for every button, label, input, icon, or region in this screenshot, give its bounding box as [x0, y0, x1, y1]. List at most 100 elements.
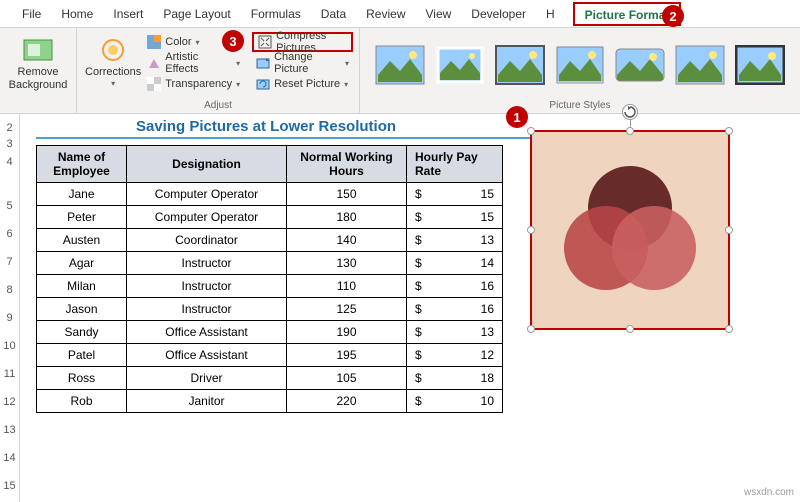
row-header[interactable]: 13: [0, 416, 19, 444]
resize-handle-nw[interactable]: [527, 127, 535, 135]
style-thumb-2[interactable]: [434, 44, 486, 86]
picture-styles-gallery[interactable]: [366, 32, 794, 98]
tab-page-layout[interactable]: Page Layout: [153, 0, 240, 28]
cell-hours[interactable]: 105: [287, 367, 407, 390]
tab-home[interactable]: Home: [51, 0, 103, 28]
cell-name[interactable]: Ross: [37, 367, 127, 390]
compress-pictures-button[interactable]: Compress Pictures: [252, 32, 353, 52]
row-header[interactable]: 2: [0, 114, 19, 130]
cell-designation[interactable]: Office Assistant: [127, 321, 287, 344]
callout-badge-1: 1: [506, 106, 528, 128]
cell-name[interactable]: Rob: [37, 390, 127, 413]
change-picture-button[interactable]: Change Picture ▾: [252, 53, 353, 73]
row-header[interactable]: 6: [0, 220, 19, 248]
row-header[interactable]: 7: [0, 248, 19, 276]
style-thumb-3[interactable]: [494, 44, 546, 86]
style-thumb-6[interactable]: [674, 44, 726, 86]
cell-rate[interactable]: $13: [407, 229, 503, 252]
header-hours[interactable]: Normal Working Hours: [287, 146, 407, 183]
tab-formulas[interactable]: Formulas: [241, 0, 311, 28]
row-header[interactable]: 9: [0, 304, 19, 332]
resize-handle-sw[interactable]: [527, 325, 535, 333]
header-rate[interactable]: Hourly Pay Rate: [407, 146, 503, 183]
cell-hours[interactable]: 220: [287, 390, 407, 413]
group-adjust: Corrections ▾ Color ▾ Artistic Effects ▾…: [77, 28, 360, 113]
reset-picture-label: Reset Picture: [274, 78, 340, 90]
cell-rate[interactable]: $18: [407, 367, 503, 390]
resize-handle-ne[interactable]: [725, 127, 733, 135]
cell-name[interactable]: Milan: [37, 275, 127, 298]
tab-file[interactable]: File: [12, 0, 51, 28]
tab-review[interactable]: Review: [356, 0, 415, 28]
tab-insert[interactable]: Insert: [103, 0, 153, 28]
row-header[interactable]: 4: [0, 148, 19, 192]
cell-hours[interactable]: 110: [287, 275, 407, 298]
transparency-button[interactable]: Transparency ▾: [143, 74, 244, 94]
artistic-effects-button[interactable]: Artistic Effects ▾: [143, 53, 244, 73]
style-thumb-4[interactable]: [554, 44, 606, 86]
resize-handle-n[interactable]: [626, 127, 634, 135]
header-name[interactable]: Name of Employee: [37, 146, 127, 183]
style-thumb-5[interactable]: [614, 44, 666, 86]
group-background: Remove Background: [0, 28, 77, 113]
cell-hours[interactable]: 125: [287, 298, 407, 321]
cell-hours[interactable]: 190: [287, 321, 407, 344]
cell-designation[interactable]: Coordinator: [127, 229, 287, 252]
cell-rate[interactable]: $16: [407, 275, 503, 298]
reset-picture-icon: [256, 77, 270, 91]
cell-name[interactable]: Austen: [37, 229, 127, 252]
cell-hours[interactable]: 150: [287, 183, 407, 206]
cell-name[interactable]: Patel: [37, 344, 127, 367]
cell-rate[interactable]: $15: [407, 183, 503, 206]
cell-name[interactable]: Sandy: [37, 321, 127, 344]
cell-designation[interactable]: Instructor: [127, 275, 287, 298]
corrections-button[interactable]: Corrections ▾: [83, 32, 143, 94]
cell-hours[interactable]: 130: [287, 252, 407, 275]
cell-designation[interactable]: Office Assistant: [127, 344, 287, 367]
cell-designation[interactable]: Driver: [127, 367, 287, 390]
reset-picture-button[interactable]: Reset Picture ▾: [252, 74, 353, 94]
tab-view[interactable]: View: [416, 0, 462, 28]
resize-handle-se[interactable]: [725, 325, 733, 333]
cell-hours[interactable]: 140: [287, 229, 407, 252]
row-header[interactable]: 11: [0, 360, 19, 388]
cell-rate[interactable]: $10: [407, 390, 503, 413]
inserted-picture[interactable]: [530, 130, 730, 330]
tab-h[interactable]: H: [536, 0, 565, 28]
cell-name[interactable]: Jason: [37, 298, 127, 321]
cell-rate[interactable]: $15: [407, 206, 503, 229]
cell-rate[interactable]: $12: [407, 344, 503, 367]
cell-designation[interactable]: Computer Operator: [127, 206, 287, 229]
tab-data[interactable]: Data: [311, 0, 356, 28]
row-header[interactable]: 12: [0, 388, 19, 416]
resize-handle-w[interactable]: [527, 226, 535, 234]
cell-hours[interactable]: 195: [287, 344, 407, 367]
row-header[interactable]: 8: [0, 276, 19, 304]
cell-name[interactable]: Agar: [37, 252, 127, 275]
cell-rate[interactable]: $14: [407, 252, 503, 275]
cell-name[interactable]: Jane: [37, 183, 127, 206]
row-header[interactable]: 5: [0, 192, 19, 220]
tab-developer[interactable]: Developer: [461, 0, 536, 28]
row-header[interactable]: 15: [0, 472, 19, 490]
cell-designation[interactable]: Janitor: [127, 390, 287, 413]
remove-background-button[interactable]: Remove Background: [6, 32, 70, 94]
row-header[interactable]: 3: [0, 130, 19, 148]
resize-handle-e[interactable]: [725, 226, 733, 234]
cell-designation[interactable]: Computer Operator: [127, 183, 287, 206]
cell-designation[interactable]: Instructor: [127, 298, 287, 321]
style-thumb-7[interactable]: [734, 44, 786, 86]
cell-name[interactable]: Peter: [37, 206, 127, 229]
row-header[interactable]: 10: [0, 332, 19, 360]
cell-designation[interactable]: Instructor: [127, 252, 287, 275]
resize-handle-s[interactable]: [626, 325, 634, 333]
cell-hours[interactable]: 180: [287, 206, 407, 229]
header-designation[interactable]: Designation: [127, 146, 287, 183]
row-header[interactable]: 14: [0, 444, 19, 472]
row-headers: 2 3 4 5 6 7 8 9 10 11 12 13 14 15: [0, 114, 20, 502]
style-thumb-1[interactable]: [374, 44, 426, 86]
callout-badge-3: 3: [222, 30, 244, 52]
cell-rate[interactable]: $16: [407, 298, 503, 321]
rotation-handle[interactable]: [622, 104, 638, 120]
cell-rate[interactable]: $13: [407, 321, 503, 344]
